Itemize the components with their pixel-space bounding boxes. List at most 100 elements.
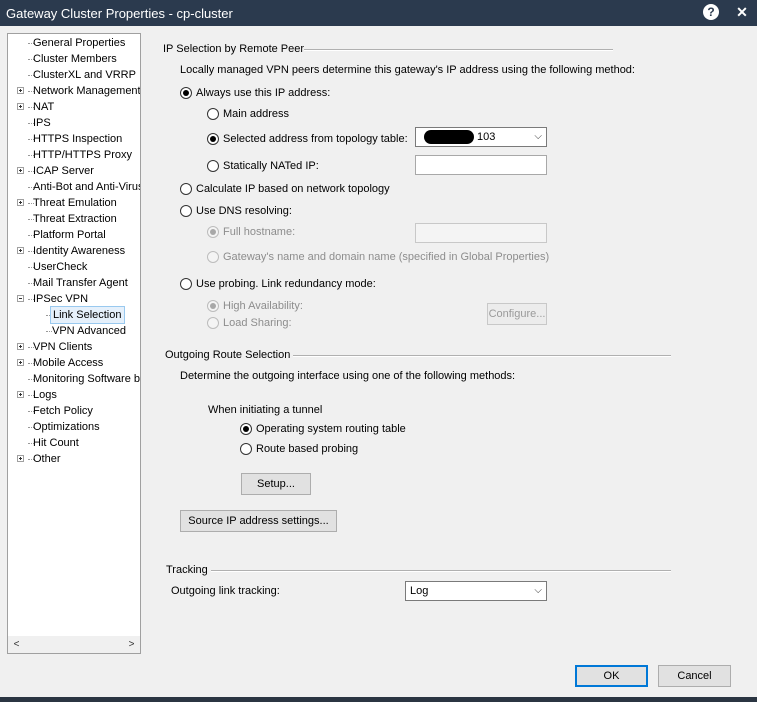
source-ip-settings-button[interactable]: Source IP address settings... (180, 510, 337, 532)
full-hostname-radio[interactable] (207, 226, 219, 238)
setup-button[interactable]: Setup... (241, 473, 311, 495)
ip-selection-header: IP Selection by Remote Peer (163, 43, 305, 55)
os-routing-radio[interactable] (240, 423, 252, 435)
tree-item[interactable]: VPN Clients (8, 339, 140, 355)
scroll-right-arrow-icon[interactable]: > (123, 636, 140, 653)
os-routing-label: Operating system routing table (256, 423, 406, 435)
expand-icon[interactable] (17, 391, 24, 398)
full-hostname-input[interactable] (415, 223, 547, 243)
tree-item[interactable]: Link Selection (8, 306, 140, 324)
gateway-name-radio[interactable] (207, 251, 219, 263)
tree-item[interactable]: Fetch Policy (8, 403, 140, 419)
redacted-mark (424, 130, 474, 144)
help-icon[interactable]: ? (703, 4, 719, 20)
outgoing-link-tracking-select[interactable]: Log ⌵ (405, 581, 547, 601)
tree-item-label: HTTPS Inspection (33, 133, 123, 145)
tree-item[interactable]: Mobile Access (8, 355, 140, 371)
tree-item[interactable]: Logs (8, 387, 140, 403)
tree-item-label: Fetch Policy (33, 405, 93, 417)
tree-item-label: VPN Clients (33, 341, 93, 353)
route-probing-radio[interactable] (240, 443, 252, 455)
collapse-icon[interactable] (17, 295, 24, 302)
tree-item[interactable]: HTTP/HTTPS Proxy (8, 147, 140, 163)
expand-icon[interactable] (17, 87, 24, 94)
window-title: Gateway Cluster Properties - cp-cluster (6, 6, 233, 21)
tree-item-label: Logs (33, 389, 57, 401)
outgoing-route-divider (293, 355, 671, 357)
outgoing-route-description: Determine the outgoing interface using o… (180, 370, 516, 382)
tree-item-label: NAT (33, 101, 55, 113)
topology-address-select[interactable]: 103 ⌵ (415, 127, 547, 147)
tree-item[interactable]: Monitoring Software bla (8, 371, 140, 387)
tracking-divider (211, 570, 671, 572)
tree-item[interactable]: Hit Count (8, 435, 140, 451)
tree-item[interactable]: ICAP Server (8, 163, 140, 179)
tree-item-label: Optimizations (33, 421, 100, 433)
expand-icon[interactable] (17, 247, 24, 254)
tree-item-label: Identity Awareness (33, 245, 126, 257)
tree-item-label: Link Selection (50, 306, 125, 324)
tree-item[interactable]: Other (8, 451, 140, 467)
close-icon[interactable]: ✕ (734, 2, 750, 22)
tree-item[interactable]: Identity Awareness (8, 243, 140, 259)
navigation-tree[interactable]: General Properties Cluster Members Cluster… (7, 33, 141, 654)
tree-item[interactable]: Platform Portal (8, 227, 140, 243)
expand-icon[interactable] (17, 167, 24, 174)
tree-item[interactable]: Mail Transfer Agent (8, 275, 140, 291)
tree-item-label: Monitoring Software bla (33, 373, 141, 385)
tree-item[interactable]: HTTPS Inspection (8, 131, 140, 147)
ok-button[interactable]: OK (575, 665, 648, 687)
ip-selection-description: Locally managed VPN peers determine this… (180, 64, 635, 76)
probing-radio[interactable] (180, 278, 192, 290)
calculate-ip-radio[interactable] (180, 183, 192, 195)
tree-item-label: General Properties (33, 37, 126, 49)
tree-item-label: ClusterXL and VRRP (33, 69, 136, 81)
tree-item-label: HTTP/HTTPS Proxy (33, 149, 133, 161)
main-address-radio[interactable] (207, 108, 219, 120)
tree-item-label: Hit Count (33, 437, 79, 449)
expand-icon[interactable] (17, 359, 24, 366)
topology-address-radio[interactable] (207, 133, 219, 145)
tree-item[interactable]: Threat Emulation (8, 195, 140, 211)
dns-resolving-radio[interactable] (180, 205, 192, 217)
expand-icon[interactable] (17, 343, 24, 350)
ip-selection-divider (304, 49, 613, 51)
tree-item-label: UserCheck (33, 261, 88, 273)
static-nat-radio[interactable] (207, 160, 219, 172)
tree-item-label: Other (33, 453, 61, 465)
tree-item[interactable]: Cluster Members (8, 51, 140, 67)
topology-address-label: Selected address from topology table: (223, 133, 408, 145)
tree-item[interactable]: VPN Advanced (8, 323, 140, 339)
configure-button[interactable]: Configure... (487, 303, 547, 325)
high-availability-radio[interactable] (207, 300, 219, 312)
cancel-button[interactable]: Cancel (658, 665, 731, 687)
high-availability-label: High Availability: (223, 300, 303, 312)
tree-item[interactable]: Threat Extraction (8, 211, 140, 227)
expand-icon[interactable] (17, 103, 24, 110)
load-sharing-radio[interactable] (207, 317, 219, 329)
tree-item[interactable]: UserCheck (8, 259, 140, 275)
tree-item[interactable]: General Properties (8, 35, 140, 51)
properties-window: Gateway Cluster Properties - cp-cluster … (0, 0, 757, 702)
tree-item[interactable]: ClusterXL and VRRP (8, 67, 140, 83)
tree-item[interactable]: IPS (8, 115, 140, 131)
tree-item[interactable]: IPSec VPN (8, 291, 140, 307)
horizontal-scrollbar[interactable]: < > (8, 636, 140, 653)
static-nat-input[interactable] (415, 155, 547, 175)
tree-item[interactable]: Anti-Bot and Anti-Virus (8, 179, 140, 195)
dns-resolving-label: Use DNS resolving: (196, 205, 292, 217)
tree-item-label: Anti-Bot and Anti-Virus (33, 181, 141, 193)
expand-icon[interactable] (17, 455, 24, 462)
tree-item-label: IPSec VPN (33, 293, 89, 305)
scroll-left-arrow-icon[interactable]: < (8, 636, 25, 653)
initiating-tunnel-label: When initiating a tunnel (208, 404, 323, 416)
chevron-down-icon: ⌵ (534, 131, 542, 142)
chevron-down-icon: ⌵ (534, 585, 542, 596)
tree-item[interactable]: Network Management (8, 83, 140, 99)
static-nat-label: Statically NATed IP: (223, 160, 319, 172)
tree-item[interactable]: NAT (8, 99, 140, 115)
route-probing-label: Route based probing (256, 443, 359, 455)
tree-item[interactable]: Optimizations (8, 419, 140, 435)
always-use-ip-radio[interactable] (180, 87, 192, 99)
expand-icon[interactable] (17, 199, 24, 206)
